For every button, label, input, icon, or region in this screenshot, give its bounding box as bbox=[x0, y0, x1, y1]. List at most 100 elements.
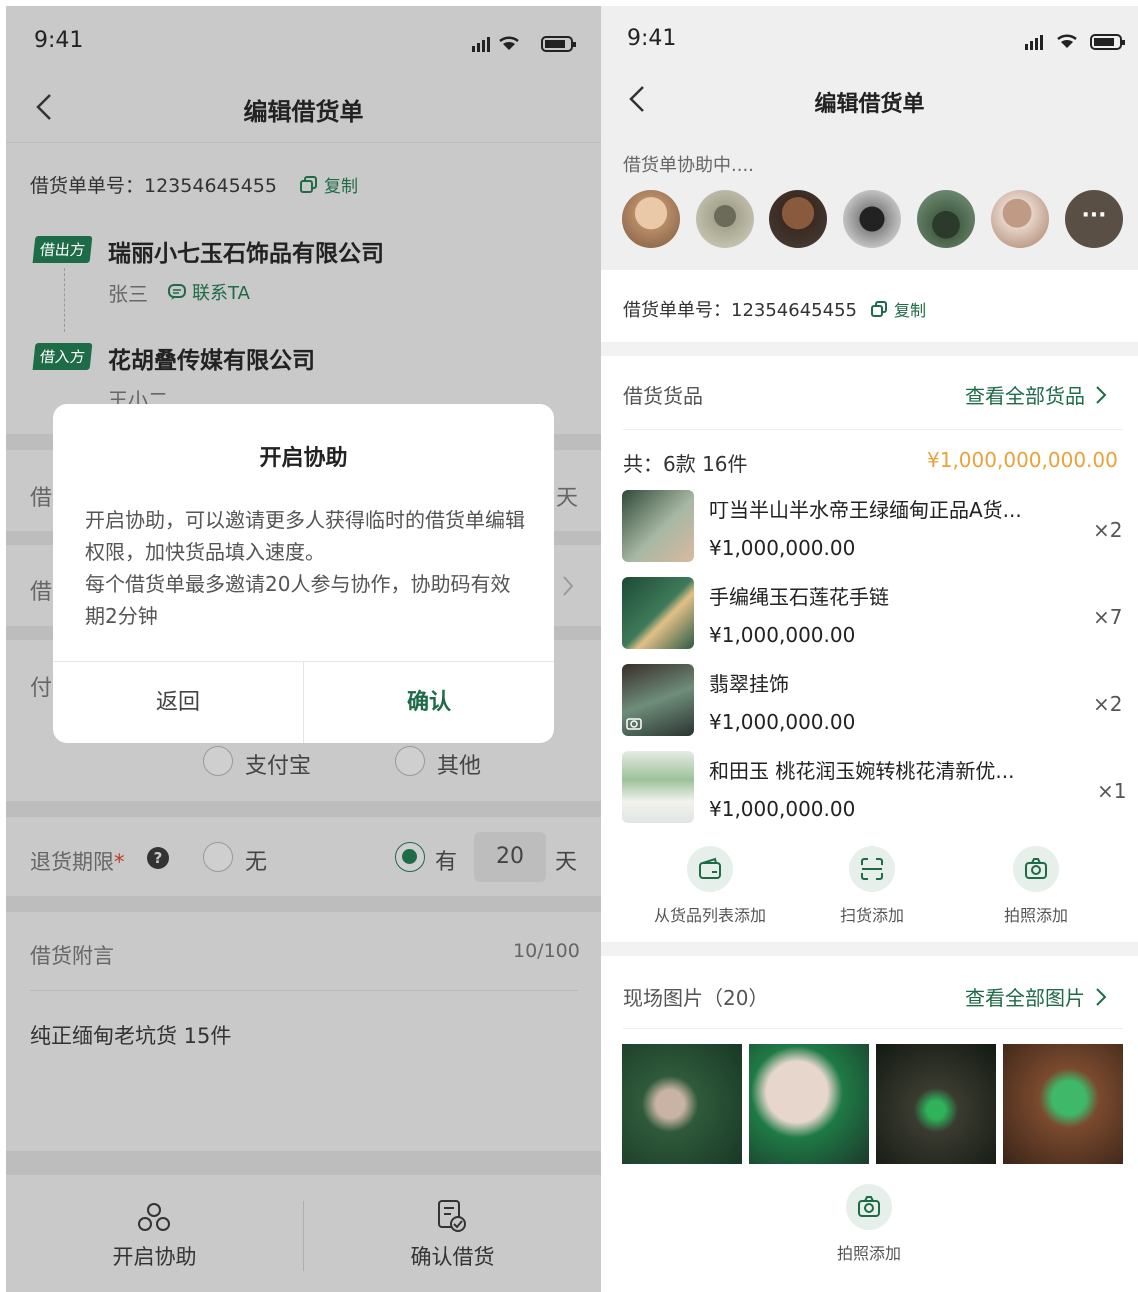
question-icon: ? bbox=[147, 847, 169, 869]
chevron-right-icon bbox=[1096, 987, 1107, 1006]
order-number: 借货单单号：12354645455 bbox=[623, 300, 857, 321]
camera-icon-wrap bbox=[1013, 846, 1059, 892]
more-avatars-button[interactable]: ··· bbox=[1065, 190, 1123, 248]
avatar[interactable] bbox=[917, 190, 975, 248]
copy-button[interactable]: 复制 bbox=[300, 172, 358, 197]
document-check-icon bbox=[438, 1200, 466, 1232]
add-from-list-label: 从货品列表添加 bbox=[653, 906, 766, 925]
required-mark: * bbox=[114, 850, 125, 874]
confirm-borrow-button[interactable]: 确认借货 bbox=[304, 1175, 601, 1292]
row1-label: 借 bbox=[30, 486, 53, 511]
goods-view-all-label: 查看全部货品 bbox=[965, 384, 1085, 408]
avatar[interactable] bbox=[769, 190, 827, 248]
divider bbox=[6, 142, 601, 143]
page-title: 编辑借货单 bbox=[243, 98, 364, 126]
order-number: 借货单单号：12354645455 bbox=[30, 175, 277, 197]
wallet-icon bbox=[699, 857, 721, 879]
goods-view-all-link[interactable]: 查看全部货品 bbox=[965, 380, 1107, 409]
help-icon[interactable]: ? bbox=[146, 846, 170, 874]
status-time: 9:41 bbox=[627, 26, 677, 51]
note-count: 10/100 bbox=[513, 940, 580, 962]
scene-photo[interactable] bbox=[749, 1044, 869, 1164]
add-photo-label: 拍照添加 bbox=[1003, 906, 1068, 925]
collaborate-icon bbox=[138, 1203, 170, 1231]
pay-other-radio[interactable] bbox=[395, 746, 425, 776]
goods-price: ¥1,000,000.00 bbox=[709, 797, 856, 821]
note-text[interactable]: 纯正缅甸老坑货 15件 bbox=[30, 1020, 231, 1050]
chevron-right-icon bbox=[563, 576, 574, 596]
goods-item[interactable]: 翡翠挂饰 ¥1,000,000.00 ×2 bbox=[601, 662, 1138, 742]
add-scan-button[interactable]: 扫货添加 bbox=[797, 846, 947, 926]
return-label-text: 退货期限 bbox=[30, 850, 114, 874]
avatar[interactable] bbox=[696, 190, 754, 248]
goods-qty: ×1 bbox=[1097, 779, 1127, 803]
section-gap bbox=[6, 1151, 601, 1175]
status-time: 9:41 bbox=[34, 28, 84, 53]
divider bbox=[30, 990, 578, 991]
pay-alipay-label: 支付宝 bbox=[245, 754, 312, 779]
status-icons bbox=[472, 34, 584, 58]
chevron-right-icon bbox=[1096, 385, 1107, 404]
camera-icon-wrap bbox=[846, 1184, 892, 1230]
modal-body-line2: 每个借货单最多邀请20人参与协作，协助码有效期2分钟 bbox=[85, 572, 511, 628]
row2-label: 借 bbox=[30, 580, 53, 605]
divider bbox=[623, 1028, 1123, 1029]
signal-wifi-battery-icon bbox=[1025, 34, 1125, 50]
goods-thumbnail bbox=[622, 490, 694, 562]
return-has-label: 有 bbox=[435, 850, 458, 875]
scene-title: 现场图片（20） bbox=[623, 986, 769, 1010]
lender-name: 瑞丽小七玉石饰品有限公司 bbox=[108, 241, 384, 267]
scene-add-photo-label: 拍照添加 bbox=[836, 1244, 901, 1263]
status-icons bbox=[1025, 32, 1137, 56]
total-price: ¥1,000,000,000.00 bbox=[927, 448, 1118, 472]
scan-icon bbox=[861, 858, 883, 880]
note-label: 借货附言 bbox=[30, 944, 114, 968]
section-gap bbox=[601, 942, 1138, 956]
pay-alipay-radio[interactable] bbox=[203, 746, 233, 776]
assist-button[interactable]: 开启协助 bbox=[6, 1175, 303, 1292]
return-label: 退货期限* bbox=[30, 846, 125, 876]
scene-view-all-link[interactable]: 查看全部图片 bbox=[965, 982, 1107, 1011]
goods-thumbnail bbox=[622, 577, 694, 649]
camera-icon bbox=[1025, 858, 1047, 879]
add-photo-button[interactable]: 拍照添加 bbox=[961, 846, 1111, 926]
scene-add-photo-button[interactable]: 拍照添加 bbox=[794, 1184, 944, 1264]
svg-text:?: ? bbox=[154, 849, 163, 867]
goods-price: ¥1,000,000.00 bbox=[709, 536, 856, 560]
copy-button[interactable]: 复制 bbox=[871, 297, 926, 321]
avatar[interactable] bbox=[622, 190, 680, 248]
goods-qty: ×2 bbox=[1093, 518, 1123, 542]
add-from-list-button[interactable]: 从货品列表添加 bbox=[635, 846, 785, 926]
scene-view-all-label: 查看全部图片 bbox=[965, 986, 1085, 1010]
goods-thumbnail bbox=[622, 664, 694, 736]
pay-other-label: 其他 bbox=[437, 754, 482, 779]
goods-name: 手编绳玉石莲花手链 bbox=[709, 585, 889, 609]
avatar[interactable] bbox=[991, 190, 1049, 248]
row2-chevron[interactable] bbox=[561, 574, 575, 602]
divider bbox=[623, 429, 1123, 430]
goods-name: 翡翠挂饰 bbox=[709, 672, 789, 696]
row1-suffix: 天 bbox=[556, 486, 579, 511]
return-has-radio[interactable] bbox=[395, 842, 425, 872]
assist-status: 借货单协助中.... bbox=[623, 155, 754, 176]
scene-photo[interactable] bbox=[622, 1044, 742, 1164]
lender-badge: 借出方 bbox=[32, 236, 93, 263]
modal-body: 开启协助，可以邀请更多人获得临时的借货单编辑权限，加快货品填入速度。 每个借货单… bbox=[85, 504, 530, 632]
copy-label: 复制 bbox=[324, 177, 358, 197]
modal-body-line1: 开启协助，可以邀请更多人获得临时的借货单编辑权限，加快货品填入速度。 bbox=[85, 508, 525, 564]
return-none-radio[interactable] bbox=[203, 842, 233, 872]
contact-button[interactable]: 联系TA bbox=[168, 279, 250, 305]
goods-item[interactable]: 和田玉 桃花润玉婉转桃花清新优... ¥1,000,000.00 ×1 bbox=[601, 749, 1138, 829]
copy-icon bbox=[871, 300, 887, 317]
return-days-input[interactable]: 20 bbox=[474, 832, 546, 882]
wallet-icon-wrap bbox=[687, 846, 733, 892]
assist-label: 开启协助 bbox=[112, 1245, 197, 1269]
scene-photo[interactable] bbox=[1003, 1044, 1123, 1164]
modal-confirm-button[interactable]: 确认 bbox=[304, 662, 554, 743]
goods-item[interactable]: 叮当半山半水帝王绿缅甸正品A货... ¥1,000,000.00 ×2 bbox=[601, 488, 1138, 568]
goods-item[interactable]: 手编绳玉石莲花手链 ¥1,000,000.00 ×7 bbox=[601, 575, 1138, 655]
scene-photo[interactable] bbox=[876, 1044, 996, 1164]
modal-cancel-button[interactable]: 返回 bbox=[53, 662, 303, 743]
avatar[interactable] bbox=[843, 190, 901, 248]
goods-price: ¥1,000,000.00 bbox=[709, 710, 856, 734]
